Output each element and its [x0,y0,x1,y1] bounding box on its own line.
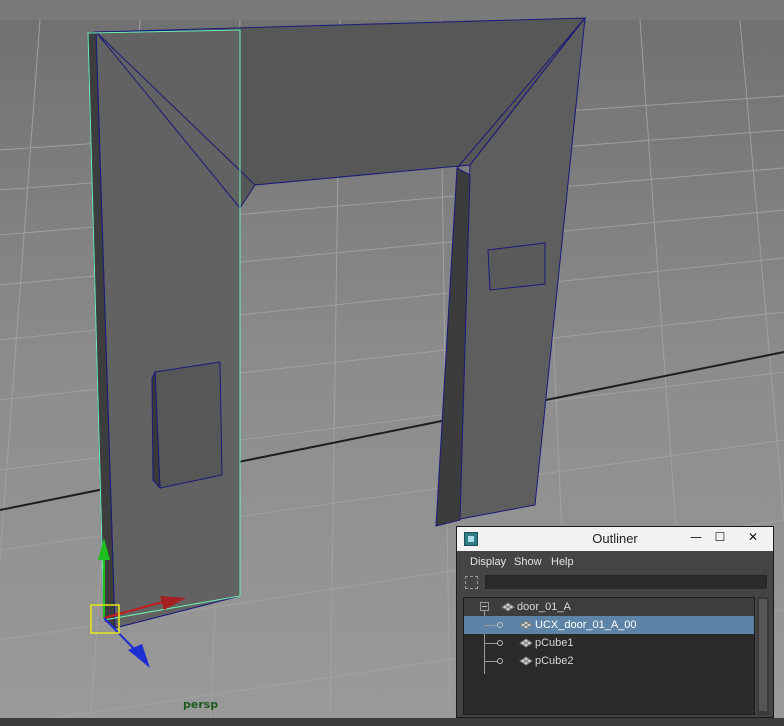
outliner-search-row [457,573,773,593]
camera-label: persp [183,698,219,711]
tree-branch-line [484,643,498,644]
scrollbar-thumb[interactable] [759,599,767,711]
menu-display[interactable]: Display [470,556,506,568]
tree-node-dot [497,622,503,628]
tree-item-label: UCX_door_01_A_00 [535,619,637,631]
outliner-tree[interactable]: door_01_A UCX_door_01_A_00 pCube1 pCube2 [463,597,755,715]
tree-node-dot [497,658,503,664]
close-icon[interactable]: ✕ [733,527,773,547]
mesh-icon [519,620,533,630]
door-handle-left [154,361,223,489]
menu-help[interactable]: Help [551,556,574,568]
door-handle-right [487,242,546,291]
maximize-icon[interactable]: ☐ [707,527,733,547]
tree-item-label: pCube1 [535,637,574,649]
filter-icon[interactable] [465,576,478,589]
tree-node-dot [497,640,503,646]
outliner-window[interactable]: Outliner — ☐ ✕ Display Show Help door_01… [456,526,774,718]
tree-item-pcube2[interactable]: pCube2 [464,652,754,670]
viewport-bottom-strip [0,718,784,726]
menu-show[interactable]: Show [514,556,542,568]
tree-item-pcube1[interactable]: pCube1 [464,634,754,652]
outliner-scrollbar[interactable] [757,597,769,715]
minimize-icon[interactable]: — [683,527,709,547]
mesh-icon [519,656,533,666]
mesh-icon [501,602,515,612]
search-input[interactable] [485,575,767,589]
viewport-top-strip [0,0,784,20]
tree-branch-line [484,625,498,626]
mesh-icon [519,638,533,648]
outliner-menubar: Display Show Help [457,551,773,573]
tree-item-label: pCube2 [535,655,574,667]
tree-item-door-01-a[interactable]: door_01_A [464,598,754,616]
tree-item-label: door_01_A [517,601,571,613]
outliner-titlebar[interactable]: Outliner — ☐ ✕ [457,527,773,551]
tree-item-ucx-door-01-a-00[interactable]: UCX_door_01_A_00 [464,616,754,634]
tree-branch-line [484,661,498,662]
